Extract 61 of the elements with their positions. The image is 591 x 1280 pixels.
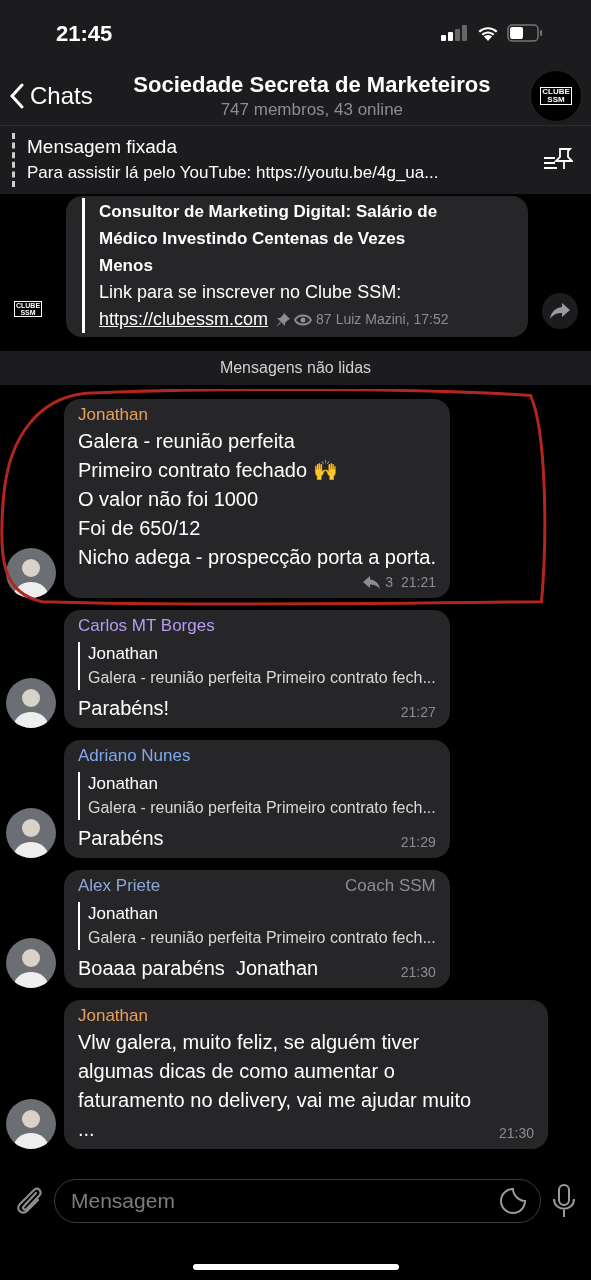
message-time: 21:27 bbox=[400, 703, 436, 722]
message-time: 21:21 bbox=[400, 573, 436, 592]
sender-name[interactable]: Jonathan bbox=[78, 1004, 148, 1028]
logo-text: CLUBE bbox=[542, 87, 570, 96]
eye-icon bbox=[294, 313, 313, 326]
divider-text: Mensagens não lidas bbox=[219, 358, 372, 378]
sticker-icon[interactable] bbox=[499, 1187, 527, 1215]
avatar[interactable] bbox=[6, 1099, 56, 1149]
reply-icon bbox=[363, 575, 382, 590]
reply-author: Jonathan bbox=[88, 643, 159, 665]
avatar[interactable] bbox=[6, 808, 56, 858]
message-field[interactable]: Mensagem bbox=[54, 1179, 541, 1223]
reply-preview[interactable]: Galera - reunião perfeita Primeiro contrato fech... bbox=[88, 926, 436, 950]
view-count: 87 bbox=[316, 310, 332, 329]
post-signature: Luiz Mazini, 17:52 bbox=[335, 310, 449, 329]
sender-name[interactable]: Jonathan bbox=[78, 403, 148, 427]
message-text: Boaaa parabéns Jonathan bbox=[78, 956, 319, 981]
post-heading: Consultor de Marketing Digital: Salário de bbox=[99, 201, 439, 223]
signal-icon bbox=[441, 25, 469, 41]
role-label: Coach SSM bbox=[345, 875, 436, 897]
message-text: Primeiro contrato fechado 🙌 bbox=[78, 458, 339, 483]
pinned-text[interactable]: Para assistir lá pelo YouTube: https://youtu.be/4g_ua... bbox=[27, 160, 543, 186]
microphone-icon[interactable] bbox=[551, 1184, 577, 1218]
message-text: Nicho adega - prospecção porta a porta. bbox=[78, 545, 436, 570]
avatar[interactable] bbox=[6, 678, 56, 728]
message-text: Vlw galera, muito feliz, se alguém tiver algumas dicas de como aumentar o faturamento no delivery, vai me ajudar muito ... bbox=[78, 1030, 473, 1142]
message-text: Parabéns bbox=[78, 826, 164, 851]
member-count: 747 membros, 43 online bbox=[220, 98, 404, 121]
message-time: 21:30 bbox=[498, 1124, 534, 1143]
avatar[interactable] bbox=[6, 548, 56, 598]
message-time: 21:30 bbox=[400, 963, 436, 982]
message-text: Galera - reunião perfeita bbox=[78, 429, 296, 454]
sender-name[interactable]: Carlos MT Borges bbox=[78, 614, 215, 638]
chevron-left-icon bbox=[10, 82, 24, 109]
status-time: 21:45 bbox=[56, 19, 113, 48]
reply-author: Jonathan bbox=[88, 773, 159, 795]
group-logo[interactable]: CLUBE SSM bbox=[531, 70, 581, 121]
sender-name[interactable]: Adriano Nunes bbox=[78, 744, 191, 768]
post-heading: Médico Investindo Centenas de Vezes bbox=[99, 228, 407, 250]
share-button[interactable] bbox=[542, 293, 578, 329]
message-text: O valor não foi 1000 bbox=[78, 487, 260, 512]
message-text: Parabéns! bbox=[78, 696, 170, 721]
reply-preview[interactable]: Galera - reunião perfeita Primeiro contrato fech... bbox=[88, 666, 436, 690]
back-button[interactable]: Chats bbox=[10, 77, 93, 114]
chat-title: Sociedade Secreta de Marketeiros bbox=[133, 70, 491, 99]
message-time: 21:29 bbox=[400, 833, 436, 852]
sender-name[interactable]: Alex Priete bbox=[78, 874, 161, 898]
share-icon bbox=[550, 303, 570, 319]
reply-count: 3 bbox=[385, 573, 393, 592]
battery-icon bbox=[507, 24, 543, 42]
message-text: Foi de 650/12 bbox=[78, 516, 202, 541]
post-link[interactable]: https://clubessm.com bbox=[99, 306, 269, 333]
avatar[interactable] bbox=[6, 938, 56, 988]
reply-author: Jonathan bbox=[88, 903, 159, 925]
pinned-label: Mensagem fixada bbox=[27, 135, 178, 159]
attach-icon[interactable] bbox=[14, 1185, 44, 1217]
wifi-icon bbox=[477, 25, 499, 41]
post-text: Link para se inscrever no Clube SSM: bbox=[99, 281, 403, 304]
post-heading: Menos bbox=[99, 255, 154, 277]
logo-text: SSM bbox=[547, 95, 565, 104]
reply-preview[interactable]: Galera - reunião perfeita Primeiro contrato fech... bbox=[88, 796, 436, 820]
